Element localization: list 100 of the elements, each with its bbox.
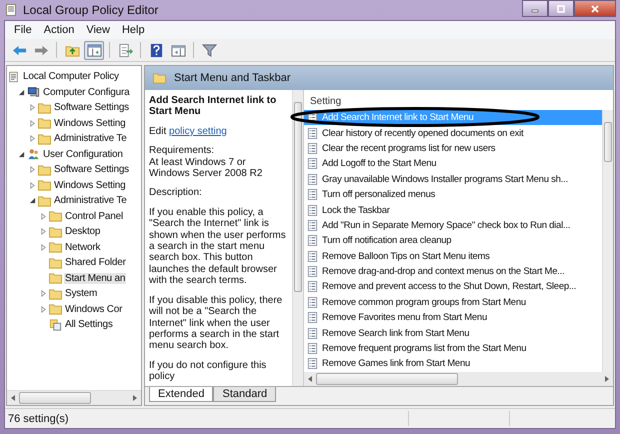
- folder-icon: [38, 164, 51, 176]
- setting-row[interactable]: Remove common program groups from Start Menu: [304, 294, 602, 310]
- tree-item[interactable]: Windows Cor: [64, 304, 124, 315]
- folder-icon: [38, 179, 51, 192]
- policy-document-icon: [307, 235, 318, 246]
- filter-icon: [202, 42, 216, 58]
- collapsed-arrow-icon[interactable]: [40, 306, 47, 313]
- setting-row[interactable]: Gray unavailable Windows Installer programs Start Menu sh...: [304, 172, 602, 187]
- horizontal-scrollbar[interactable]: [7, 390, 141, 405]
- export-list-icon: [118, 42, 132, 58]
- scroll-left-arrow-icon[interactable]: [10, 394, 16, 402]
- collapsed-arrow-icon[interactable]: [29, 104, 36, 112]
- maximize-button[interactable]: [548, 0, 574, 17]
- policy-document-icon: [307, 250, 318, 262]
- folder-icon: [153, 72, 166, 84]
- setting-row[interactable]: Remove Search link from Start Menu: [304, 325, 602, 341]
- tree-item[interactable]: Windows Setting: [53, 180, 126, 191]
- settings-pages-icon: [49, 318, 62, 331]
- setting-row[interactable]: Remove Balloon Tips on Start Menu items: [304, 248, 602, 264]
- setting-row[interactable]: Clear history of recently opened documents on exit: [304, 125, 602, 141]
- setting-row[interactable]: Remove Games link from Start Menu: [304, 356, 602, 372]
- requirements-label: Requirements:: [149, 145, 216, 157]
- description-paragraph: If you enable this policy, a "Search the Internet" link is shown when the user performs a search in the start menu search box. This button launches the default browser with the search terms.: [149, 206, 287, 287]
- expanded-arrow-icon[interactable]: [18, 88, 25, 96]
- policy-document-icon: [307, 158, 318, 170]
- collapsed-arrow-icon[interactable]: [40, 290, 47, 298]
- tree-item[interactable]: Software Settings: [53, 164, 130, 176]
- scroll-right-arrow-icon[interactable]: [604, 375, 610, 383]
- tree-item[interactable]: Windows Setting: [53, 118, 126, 129]
- description-label: Description:: [149, 187, 203, 199]
- setting-row[interactable]: Add "Run in Separate Memory Space" check box to Run dial...: [304, 218, 602, 234]
- collapsed-arrow-icon[interactable]: [40, 212, 47, 220]
- scroll-left-arrow-icon[interactable]: [307, 375, 313, 383]
- toolbar-button[interactable]: [84, 40, 104, 60]
- setting-row[interactable]: Add Logoff to the Start Menu: [304, 156, 602, 172]
- policy-document-icon: [307, 358, 318, 370]
- policy-document-icon: [307, 220, 318, 231]
- folder-icon: [49, 288, 62, 300]
- expanded-arrow-icon[interactable]: [29, 197, 36, 204]
- policy-document-icon: [307, 204, 318, 216]
- minimize-button[interactable]: [522, 0, 548, 17]
- setting-row[interactable]: Lock the Taskbar: [304, 202, 602, 218]
- setting-row[interactable]: Remove Favorites menu from Start Menu: [304, 310, 602, 326]
- folder-icon: [49, 210, 62, 222]
- setting-row[interactable]: Remove drag-and-drop and context menus on the Start Me...: [304, 264, 602, 280]
- folder-icon: [38, 102, 51, 114]
- action-pane-icon: [170, 42, 186, 58]
- view-tab[interactable]: Extended: [149, 387, 214, 402]
- collapsed-arrow-icon[interactable]: [40, 244, 47, 251]
- folder-icon: [38, 117, 51, 130]
- tree-pane-icon: [86, 42, 102, 58]
- expanded-arrow-icon[interactable]: [18, 150, 25, 158]
- policy-document-icon: [307, 266, 318, 278]
- vertical-scrollbar[interactable]: [602, 110, 613, 372]
- collapsed-arrow-icon[interactable]: [29, 166, 36, 174]
- tree-item[interactable]: Software Settings: [53, 102, 130, 114]
- help-icon: [148, 42, 164, 58]
- policy-setting-link[interactable]: policy setting: [169, 126, 227, 137]
- policy-document-icon: [307, 281, 318, 292]
- tree-item[interactable]: User Configuration: [42, 148, 124, 160]
- policy-document-icon: [307, 128, 318, 139]
- collapsed-arrow-icon[interactable]: [40, 228, 47, 236]
- close-icon: [590, 4, 600, 14]
- menu-item[interactable]: Help: [116, 23, 150, 37]
- menu-item[interactable]: File: [9, 23, 37, 37]
- setting-row[interactable]: Turn off personalized menus: [304, 186, 602, 202]
- collapsed-arrow-icon[interactable]: [29, 182, 36, 189]
- tree-item[interactable]: Computer Configura: [42, 86, 130, 98]
- description-paragraph: If you disable this policy, there will not be a "Search the Internet" link when the user performs a search in the start menu search box.: [149, 294, 284, 352]
- setting-row[interactable]: Remove frequent programs list from the Start Menu: [304, 340, 602, 356]
- close-button[interactable]: [574, 0, 616, 17]
- setting-row[interactable]: Remove and prevent access to the Shut Down, Restart, Sleep...: [304, 279, 602, 295]
- tree-item[interactable]: All Settings: [64, 319, 114, 330]
- policy-document-icon: [307, 296, 318, 308]
- collapsed-arrow-icon[interactable]: [29, 135, 36, 142]
- horizontal-scrollbar[interactable]: [304, 372, 613, 386]
- policy-document-icon: [307, 174, 318, 185]
- policy-document-icon: [307, 189, 318, 200]
- vertical-scrollbar[interactable]: [292, 90, 303, 386]
- folder-icon: [49, 226, 62, 238]
- column-header[interactable]: Setting: [304, 94, 613, 110]
- tree-item[interactable]: Network: [64, 242, 102, 253]
- tree-item[interactable]: Shared Folder: [64, 257, 127, 268]
- users-icon: [27, 148, 40, 160]
- view-tab[interactable]: Standard: [213, 387, 276, 402]
- tree-item[interactable]: Start Menu an: [64, 272, 126, 284]
- menu-item[interactable]: View: [81, 23, 115, 37]
- tree-item[interactable]: Control Panel: [64, 210, 124, 222]
- menu-item[interactable]: Action: [38, 23, 80, 37]
- tree-item[interactable]: Administrative Te: [53, 195, 128, 206]
- setting-row[interactable]: Clear the recent programs list for new users: [304, 140, 602, 156]
- tree-item[interactable]: Administrative Te: [53, 133, 128, 144]
- tree-item[interactable]: Desktop: [64, 226, 102, 238]
- collapsed-arrow-icon[interactable]: [29, 120, 36, 127]
- tree-item[interactable]: Local Computer Policy: [22, 71, 120, 82]
- tree-item[interactable]: System: [64, 288, 98, 300]
- scroll-right-arrow-icon[interactable]: [132, 394, 138, 402]
- setting-row[interactable]: Turn off notification area cleanup: [304, 233, 602, 249]
- policy-document-icon: [307, 142, 318, 154]
- folder-icon: [49, 272, 62, 284]
